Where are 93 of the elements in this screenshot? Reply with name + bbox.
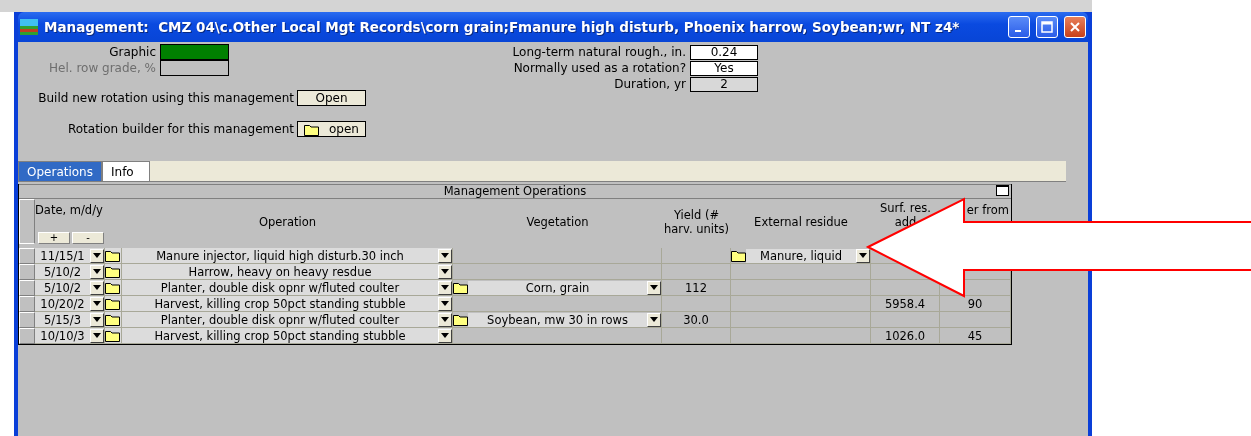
caret-icon	[441, 285, 449, 290]
dropdown-button[interactable]	[438, 328, 452, 343]
minimize-icon	[1014, 30, 1021, 32]
dropdown-button[interactable]	[438, 248, 452, 263]
dropdown-button[interactable]	[647, 312, 661, 327]
date-cell-text: 10/20/2	[39, 296, 86, 311]
dropdown-button[interactable]	[90, 312, 104, 327]
field-label: Long-term natural rough., in.	[511, 45, 687, 59]
tab[interactable]: Info	[102, 161, 150, 181]
caret-icon	[441, 317, 449, 322]
date-cell-text: 11/15/1	[39, 248, 86, 263]
close-button[interactable]	[1064, 16, 1086, 38]
dropdown-button[interactable]	[647, 280, 661, 295]
yield-cell-text: 30.0	[682, 312, 710, 327]
column-header: External residue	[753, 213, 849, 231]
open-button[interactable]: Open	[297, 90, 366, 106]
date-button[interactable]: -	[72, 232, 104, 244]
caret-icon	[859, 253, 867, 258]
panel-caption: Management Operations	[19, 184, 1011, 199]
dropdown-button[interactable]	[90, 328, 104, 343]
column-header: Vegetation	[525, 213, 590, 231]
column-header: Operation	[257, 213, 318, 231]
vegetation-cell-text: Corn, grain	[524, 280, 591, 295]
caret-icon	[441, 253, 449, 258]
operation-cell-text: Harvest, killing crop 50pct standing stubble	[153, 296, 407, 311]
row-header[interactable]	[19, 296, 35, 312]
folder-icon[interactable]	[304, 122, 319, 136]
caret-icon	[441, 301, 449, 306]
date-cell-text: 10/10/3	[39, 328, 86, 343]
row-header[interactable]	[19, 248, 35, 264]
restore-icon[interactable]	[996, 185, 1009, 196]
table-cell-text: 90	[966, 296, 984, 311]
maximize-icon	[1041, 21, 1053, 33]
caret-icon	[93, 269, 101, 274]
operation-cell-text: Harvest, killing crop 50pct standing stubble	[153, 328, 407, 343]
caret-icon	[441, 333, 449, 338]
dropdown-button[interactable]	[90, 248, 104, 263]
maximize-button[interactable]	[1036, 16, 1058, 38]
dropdown-button[interactable]	[90, 264, 104, 279]
date-button[interactable]: +	[38, 232, 70, 244]
landscape-icon	[20, 19, 38, 35]
field-label: Graphic	[108, 45, 157, 59]
field-label: Hel. row grade, %	[48, 61, 157, 75]
input-field[interactable]: 2	[690, 76, 758, 92]
open-button[interactable]: open	[297, 121, 366, 137]
row-header[interactable]	[19, 280, 35, 296]
dropdown-button[interactable]	[438, 312, 452, 327]
operation-cell-text: Planter, double disk opnr w/fluted coulter	[159, 280, 401, 295]
caret-icon	[650, 285, 658, 290]
window-title: Management: CMZ 04\c.Other Local Mgt Records\corn grain;Fmanure high disturb, Phoenix harrow, Soybean;wr, NT z4*	[44, 19, 961, 35]
caret-icon	[93, 285, 101, 290]
column-header: Yield (# harv. units)	[662, 206, 730, 238]
dropdown-button[interactable]	[90, 280, 104, 295]
surface-residue-cell-text: 1026.0	[883, 328, 927, 343]
surface-residue-cell-text: 5958.4	[883, 296, 927, 311]
close-icon	[1069, 21, 1081, 33]
dropdown-button[interactable]	[90, 296, 104, 311]
caret-icon	[93, 317, 101, 322]
input-field[interactable]: 0.24	[690, 44, 758, 60]
row-header[interactable]	[19, 264, 35, 280]
dropdown-button[interactable]	[438, 296, 452, 311]
tab[interactable]: Operations	[18, 161, 102, 181]
vegetation-cell-text: Soybean, mw 30 in rows	[486, 312, 629, 327]
caret-icon	[650, 317, 658, 322]
dropdown-button[interactable]	[438, 280, 452, 295]
input-field[interactable]	[160, 60, 229, 76]
caret-icon	[93, 253, 101, 258]
dropdown-button[interactable]	[856, 248, 870, 263]
caret-icon	[93, 301, 101, 306]
color-swatch[interactable]	[160, 44, 229, 60]
date-cell-text: 5/10/2	[43, 264, 82, 279]
yield-cell-text: 112	[684, 280, 708, 295]
folder-icon[interactable]	[731, 249, 746, 262]
caret-icon	[441, 269, 449, 274]
action-label: Rotation builder for this management	[67, 122, 295, 136]
column-header: er from	[965, 202, 1010, 219]
column-header: Date, m/d/y	[35, 203, 104, 217]
operation-cell-text: Planter, double disk opnr w/fluted coulter	[159, 312, 401, 327]
field-label: Normally used as a rotation?	[512, 61, 687, 75]
action-label: Build new rotation using this management	[38, 91, 295, 105]
dropdown-button[interactable]	[438, 264, 452, 279]
date-cell-text: 5/10/2	[43, 280, 82, 295]
residue-cell-text: Manure, liquid	[759, 248, 843, 263]
operation-cell-text: Harrow, heavy on heavy resdue	[187, 264, 373, 279]
minimize-button[interactable]	[1008, 16, 1030, 38]
caret-icon	[93, 333, 101, 338]
input-field[interactable]: Yes	[690, 60, 758, 76]
row-header[interactable]	[19, 328, 35, 344]
field-label: Duration, yr	[613, 77, 687, 91]
table-cell-text: 45	[966, 328, 984, 343]
date-cell-text: 5/15/3	[43, 312, 82, 327]
operation-cell-text: Manure injector, liquid high disturb.30 inch	[155, 248, 405, 263]
row-header[interactable]	[19, 312, 35, 328]
